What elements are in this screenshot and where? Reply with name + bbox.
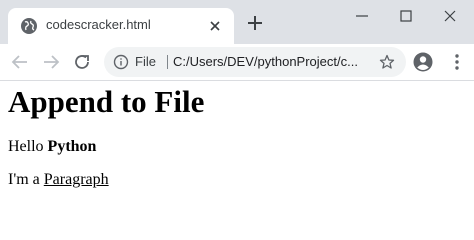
paragraph-hello: Hello Python [8,138,96,156]
plus-icon[interactable] [246,14,264,32]
url-text[interactable]: C:/Users/DEV/pythonProject/c... [173,54,371,69]
page-heading: Append to File [8,84,205,119]
hello-text: Hello [8,138,48,155]
title-bar: codescracker.html [0,0,474,44]
kebab-menu-icon[interactable] [447,52,467,72]
info-icon[interactable] [113,54,129,70]
intro-text: I'm a [8,171,44,188]
account-circle-icon[interactable] [413,52,433,72]
star-icon[interactable] [379,54,395,70]
close-icon[interactable] [207,18,223,34]
reload-icon[interactable] [71,51,93,73]
scheme-label: File [135,54,156,69]
arrow-right-icon[interactable] [40,51,62,73]
browser-tab[interactable]: codescracker.html [8,8,234,44]
globe-icon [21,18,37,34]
maximize-button[interactable] [384,4,428,28]
page-content: Append to File Hello Python I'm a Paragr… [8,81,466,223]
minimize-icon [356,15,368,17]
close-icon [444,10,456,22]
maximize-icon [400,10,412,22]
paragraph-link[interactable]: Paragraph [44,171,109,188]
tab-title: codescracker.html [46,17,151,32]
omnibox-separator [167,55,168,69]
address-bar[interactable]: File C:/Users/DEV/pythonProject/c... [104,47,406,77]
minimize-button[interactable] [340,4,384,28]
window-close-button[interactable] [428,4,472,28]
arrow-left-icon[interactable] [9,51,31,73]
bold-python-text: Python [47,138,97,155]
paragraph-intro: I'm a Paragraph [8,171,109,189]
toolbar: File C:/Users/DEV/pythonProject/c... [0,44,474,81]
